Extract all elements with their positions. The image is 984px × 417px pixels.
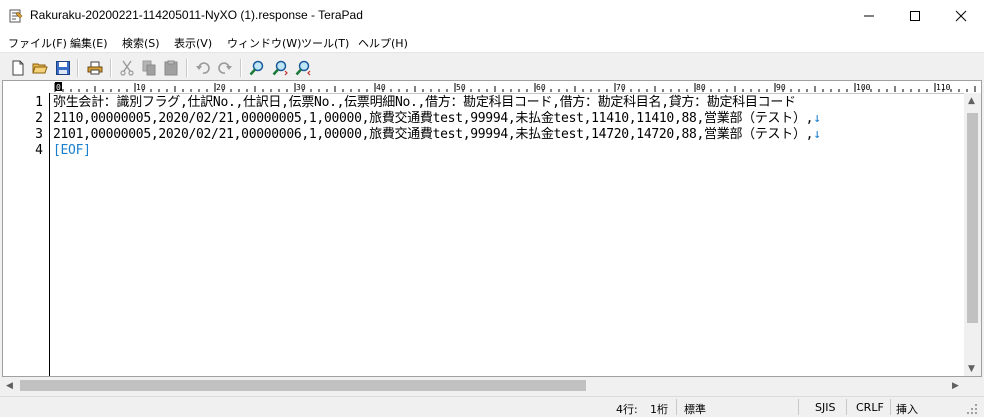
text-line-2[interactable]: 2110,00000005,2020/02/21,00000005,1,0000… (53, 111, 821, 127)
eof-marker: [EOF] (53, 143, 91, 158)
line-number: 3 (35, 127, 43, 142)
ruler-label: 40 (376, 83, 386, 92)
terapad-app-icon[interactable] (9, 9, 23, 23)
find-button[interactable] (247, 58, 267, 78)
menu-help[interactable]: ヘルプ(H) (358, 35, 408, 51)
text-line-3[interactable]: 2101,00000005,2020/02/21,00000006,1,0000… (53, 127, 821, 143)
menu-search[interactable]: 検索(S) (122, 35, 160, 51)
ruler-label-0: 0 (56, 83, 61, 92)
print-icon (87, 61, 103, 75)
open-folder-icon (32, 63, 48, 74)
find-prev-icon (295, 60, 311, 76)
ruler-label: 80 (696, 83, 706, 92)
status-separator (890, 399, 891, 415)
open-button[interactable] (30, 58, 50, 78)
new-file-button[interactable] (8, 58, 28, 78)
line-number: 1 (35, 95, 43, 110)
editor[interactable]: 0 10 20 30 40 50 60 70 80 90 100 110 1 2… (2, 80, 982, 377)
scroll-down-arrow-icon[interactable]: ▼ (968, 364, 975, 374)
ruler-label: 100 (856, 83, 871, 92)
find-icon (249, 60, 264, 76)
toolbar-separator (186, 59, 188, 77)
close-icon (955, 10, 967, 22)
close-button[interactable] (938, 0, 984, 32)
toolbar-separator (240, 59, 242, 77)
menu-edit[interactable]: 編集(E) (70, 35, 108, 51)
line-number-gutter: 1 2 3 4 (3, 93, 50, 376)
status-line-ending[interactable]: CRLF (856, 401, 884, 414)
menu-window[interactable]: ウィンドウ(W) (227, 35, 301, 51)
ruler-label: 60 (536, 83, 546, 92)
ruler-label: 90 (776, 83, 786, 92)
find-next-icon (272, 60, 288, 76)
save-icon (56, 61, 70, 75)
window-title: Rakuraku-20200221-114205011-NyXO (1).res… (30, 8, 363, 22)
new-file-icon (12, 60, 24, 76)
copy-button[interactable] (139, 58, 159, 78)
undo-icon (196, 62, 210, 74)
ruler-label: 70 (616, 83, 626, 92)
status-insert-mode[interactable]: 挿入 (896, 401, 918, 417)
toolbar (0, 52, 984, 81)
scroll-right-arrow-icon[interactable]: ▶ (952, 381, 959, 391)
paste-button[interactable] (161, 58, 181, 78)
menu-tools[interactable]: ツール(T) (301, 35, 349, 51)
ruler-label: 50 (456, 83, 466, 92)
ruler-label: 20 (216, 83, 226, 92)
undo-button[interactable] (193, 58, 213, 78)
toolbar-separator (77, 59, 79, 77)
line-number: 2 (35, 111, 43, 126)
status-separator (798, 399, 799, 415)
maximize-icon (910, 11, 920, 21)
save-button[interactable] (53, 58, 73, 78)
eol-marker: ↓ (813, 111, 821, 126)
line-text: 弥生会計：識別フラグ,仕訳No.,仕訳日,伝票No.,伝票明細No.,借方：勘定… (53, 95, 796, 110)
find-prev-button[interactable] (293, 58, 313, 78)
line-text: 2110,00000005,2020/02/21,00000005,1,0000… (53, 111, 814, 126)
redo-icon (218, 62, 232, 74)
menu-file[interactable]: ファイル(F) (8, 35, 67, 51)
status-column: 1桁 (650, 403, 668, 416)
scroll-left-arrow-icon[interactable]: ◀ (6, 381, 13, 391)
toolbar-separator (110, 59, 112, 77)
minimize-icon (864, 15, 874, 17)
cut-icon (120, 60, 134, 76)
redo-button[interactable] (215, 58, 235, 78)
text-line-1[interactable]: 弥生会計：識別フラグ,仕訳No.,仕訳日,伝票No.,伝票明細No.,借方：勘定… (53, 95, 796, 111)
status-separator (676, 399, 677, 415)
status-encoding[interactable]: SJIS (815, 401, 835, 414)
column-ruler: 0 10 20 30 40 50 60 70 80 90 100 110 (3, 81, 981, 94)
eol-marker: ↓ (813, 127, 821, 142)
cut-button[interactable] (117, 58, 137, 78)
maximize-button[interactable] (892, 0, 938, 32)
vertical-scroll-thumb[interactable] (967, 113, 978, 323)
status-mode: 標準 (684, 403, 706, 416)
scroll-up-arrow-icon[interactable]: ▲ (968, 96, 975, 106)
horizontal-scrollbar[interactable]: ◀ ▶ (2, 377, 965, 394)
ruler-label: 110 (936, 83, 951, 92)
paste-icon (164, 60, 178, 76)
horizontal-scroll-thumb[interactable] (20, 380, 586, 391)
title-bar: Rakuraku-20200221-114205011-NyXO (1).res… (0, 0, 984, 32)
line-number: 4 (35, 143, 43, 158)
status-line: 4行: (616, 403, 638, 416)
status-bar: 4行: 1桁 標準 SJIS CRLF 挿入 (0, 396, 984, 417)
print-button[interactable] (85, 58, 105, 78)
minimize-button[interactable] (846, 0, 892, 32)
resize-grip-icon[interactable] (966, 403, 978, 415)
menu-view[interactable]: 表示(V) (174, 35, 212, 51)
line-text: 2101,00000005,2020/02/21,00000006,1,0000… (53, 127, 814, 142)
ruler-label: 10 (136, 83, 146, 92)
find-next-button[interactable] (270, 58, 290, 78)
vertical-scrollbar[interactable]: ▲ ▼ (964, 93, 981, 376)
ruler-label: 30 (296, 83, 306, 92)
copy-icon (142, 60, 156, 76)
status-separator (846, 399, 847, 415)
menu-bar: ファイル(F) 編集(E) 検索(S) 表示(V) ウィンドウ(W) ツール(T… (0, 32, 984, 52)
